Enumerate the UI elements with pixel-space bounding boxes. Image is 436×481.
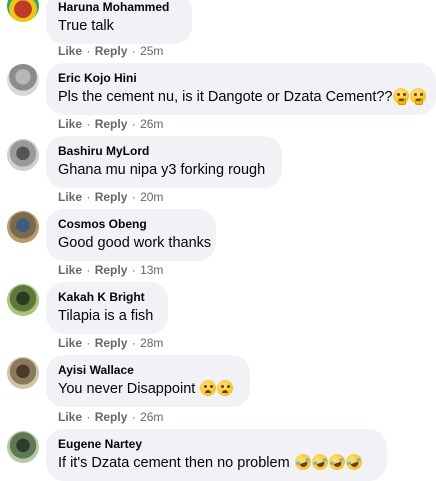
comment-actions: Like · Reply · 26m (58, 410, 163, 424)
comment-actions: Like · Reply · 13m (58, 263, 163, 277)
commenter-name[interactable]: Kakah K Bright (58, 290, 156, 305)
separator-dot: · (131, 117, 136, 131)
comment-bubble: Cosmos Obeng Good good work thanks (46, 209, 216, 261)
avatar[interactable] (7, 139, 39, 171)
avatar[interactable] (7, 431, 39, 463)
comment-bubble: Eugene Nartey If it's Dzata cement then … (46, 429, 387, 481)
separator-dot: · (86, 336, 91, 350)
like-button[interactable]: Like (58, 44, 82, 58)
separator-dot: · (86, 117, 91, 131)
comment-time[interactable]: 25m (140, 44, 163, 58)
comment-text: Pls the cement nu, is it Dangote or Dzat… (58, 87, 427, 107)
reply-button[interactable]: Reply (95, 190, 128, 204)
avatar[interactable] (7, 357, 39, 389)
comment-time[interactable]: 26m (140, 117, 163, 131)
comment-bubble: Bashiru MyLord Ghana mu nipa y3 forking … (46, 136, 282, 188)
comment-actions: Like · Reply · 25m (58, 44, 163, 58)
comment-text-content: You never Disappoint (58, 381, 200, 397)
rofl-icon (309, 451, 330, 473)
separator-dot: · (131, 410, 136, 424)
avatar[interactable] (7, 64, 39, 96)
comment-text: You never Disappoint (58, 379, 238, 399)
comment-time[interactable]: 20m (140, 190, 163, 204)
like-button[interactable]: Like (58, 117, 82, 131)
comment-bubble: Kakah K Bright Tilapia is a fish (46, 282, 168, 334)
separator-dot: · (86, 263, 91, 277)
avatar[interactable] (7, 284, 39, 316)
like-button[interactable]: Like (58, 263, 82, 277)
comment-time[interactable]: 28m (140, 336, 163, 350)
commenter-name[interactable]: Eugene Nartey (58, 437, 375, 452)
comment-text-content: If it's Dzata cement then no problem (58, 455, 294, 471)
comment-actions: Like · Reply · 26m (58, 117, 163, 131)
separator-dot: · (86, 44, 91, 58)
commenter-name[interactable]: Ayisi Wallace (58, 363, 238, 378)
rofl-icon (343, 451, 364, 473)
separator-dot: · (131, 44, 136, 58)
avatar[interactable] (7, 211, 39, 243)
reply-button[interactable]: Reply (95, 263, 128, 277)
separator-dot: · (131, 336, 136, 350)
separator-dot: · (86, 190, 91, 204)
avatar[interactable] (7, 0, 39, 22)
sad-face-icon (200, 380, 217, 396)
comment-time[interactable]: 13m (140, 263, 163, 277)
comment-bubble: Ayisi Wallace You never Disappoint (46, 355, 250, 407)
commenter-name[interactable]: Bashiru MyLord (58, 144, 270, 159)
comment-time[interactable]: 26m (140, 410, 163, 424)
like-button[interactable]: Like (58, 336, 82, 350)
commenter-name[interactable]: Haruna Mohammed (58, 0, 180, 15)
sad-face-icon (217, 380, 234, 396)
comment-text: True talk (58, 18, 114, 34)
reply-button[interactable]: Reply (95, 336, 128, 350)
comment-actions: Like · Reply · 28m (58, 336, 163, 350)
thinking-face-icon (393, 88, 410, 105)
comment-text: If it's Dzata cement then no problem (58, 451, 375, 473)
comment-text: Good good work thanks (58, 235, 212, 251)
commenter-name[interactable]: Cosmos Obeng (58, 217, 204, 232)
comment-text: Tilapia is a fish (58, 308, 154, 324)
comment-bubble: Haruna Mohammed True talk (46, 0, 192, 44)
like-button[interactable]: Like (58, 410, 82, 424)
separator-dot: · (86, 410, 91, 424)
separator-dot: · (131, 190, 136, 204)
comment-text-content: Pls the cement nu, is it Dangote or Dzat… (58, 89, 393, 105)
comment-text: Ghana mu nipa y3 forking rough (58, 162, 266, 178)
commenter-name[interactable]: Eric Kojo Hini (58, 71, 424, 86)
rofl-icon (326, 451, 347, 473)
comment-bubble: Eric Kojo Hini Pls the cement nu, is it … (46, 63, 436, 115)
reply-button[interactable]: Reply (95, 44, 128, 58)
reply-button[interactable]: Reply (95, 410, 128, 424)
comment-actions: Like · Reply · 20m (58, 190, 163, 204)
like-button[interactable]: Like (58, 190, 82, 204)
rofl-icon (292, 451, 313, 473)
thinking-face-icon (410, 88, 427, 105)
reply-button[interactable]: Reply (95, 117, 128, 131)
separator-dot: · (131, 263, 136, 277)
